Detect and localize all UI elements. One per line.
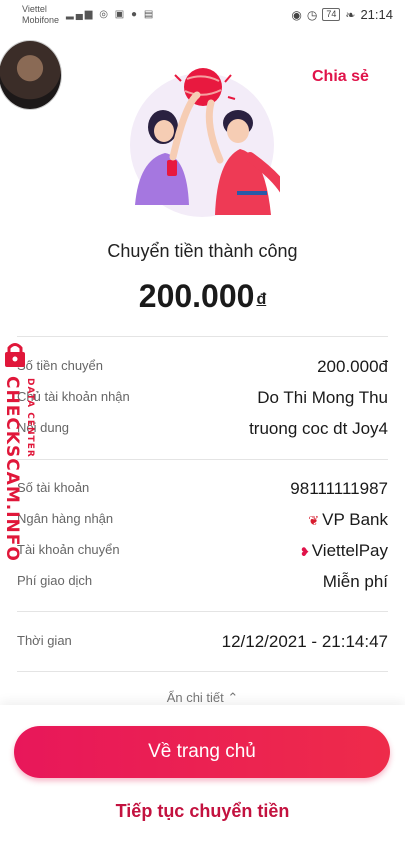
detail-value: 200.000đ [317,357,388,376]
detail-value: 12/12/2021 - 21:14:47 [221,632,388,651]
carrier-2: Mobifone [22,15,60,25]
detail-label: Số tiền chuyển [17,358,104,373]
home-button[interactable]: Về trang chủ [14,726,390,778]
detail-row-source-account: Tài khoản chuyển ❥ ViettelPay [17,541,388,566]
detail-label: Tài khoản chuyển [17,542,120,557]
hide-details-toggle[interactable]: Ẩn chi tiết ⌃ [0,690,405,706]
clock: 21:14 [360,7,393,22]
alarm-icon: ◷ [306,7,318,22]
facebook-icon: ● [131,9,140,20]
detail-value-source: ❥ ViettelPay [300,541,388,561]
detail-value: Do Thi Mong Thu [257,388,388,407]
continue-transfer-link[interactable]: Tiếp tục chuyển tiền [0,801,405,822]
watermark-subtext: DATA CENTER [25,378,35,458]
bank-name: VP Bank [322,510,388,529]
messenger-icon: ◎ [99,9,110,20]
amount-display: 200.000 đ [0,278,405,315]
detail-value: truong coc dt Joy4 [249,419,388,438]
bottom-action-panel: Về trang chủ Tiếp tục chuyển tiền [0,705,405,842]
divider [17,459,388,460]
detail-label: Phí giao dịch [17,573,93,588]
detail-value: Miễn phí [322,572,388,591]
signal-icon: ▂▄▆ [66,9,95,20]
detail-label: Thời gian [17,633,72,648]
divider [17,336,388,337]
amount-value: 200.000 [138,278,255,314]
detail-row-fee: Phí giao dịch Miễn phí [17,572,388,597]
status-icons-right: ◉ ◷ 74 ❧ 21:14 [291,7,393,22]
eye-icon: ◉ [291,7,302,22]
success-illustration [130,68,280,217]
viettelpay-logo-icon: ❥ [299,545,310,559]
source-account-name: ViettelPay [311,541,388,560]
divider [17,671,388,672]
vpbank-logo-icon: ❦ [308,513,320,528]
carrier-1: Viettel [22,4,47,14]
detail-row-content: Nội dung truong coc dt Joy4 [17,419,388,444]
status-bar: Viettel Mobifone ▂▄▆ ◎ ▣ ● ▤ ◉ ◷ 74 ❧ 21… [0,0,405,30]
signal-icons: ▂▄▆ ◎ ▣ ● ▤ [66,9,155,20]
share-link[interactable]: Chia sẻ [312,68,369,86]
detail-row-account-number: Số tài khoản 98111111987 [17,479,388,504]
detail-row-recipient: Chủ tài khoản nhận Do Thi Mong Thu [17,388,388,413]
leaf-icon: ❧ [345,7,356,22]
detail-row-bank: Ngân hàng nhận ❦ VP Bank [17,510,388,535]
avatar[interactable] [0,40,62,110]
hide-details-label: Ẩn chi tiết [166,690,224,705]
currency-symbol: đ [256,291,267,308]
detail-value-bank: ❦ VP Bank [308,510,388,530]
lock-icon [5,343,25,367]
detail-row-amount: Số tiền chuyển 200.000đ [17,357,388,382]
detail-value: 98111111987 [290,479,388,498]
chevron-up-icon: ⌃ [227,690,239,705]
battery-icon: 74 [322,8,341,21]
detail-label: Số tài khoản [17,480,90,495]
detail-row-time: Thời gian 12/12/2021 - 21:14:47 [17,632,388,657]
success-title: Chuyển tiền thành công [107,241,298,261]
shopping-icon: ▤ [143,9,156,20]
divider [17,611,388,612]
carrier-names: Viettel Mobifone [22,4,59,26]
watermark-text: CHECKSCAM.INFO [2,376,22,562]
detail-label: Ngân hàng nhận [17,511,114,526]
image-icon: ▣ [114,9,127,20]
